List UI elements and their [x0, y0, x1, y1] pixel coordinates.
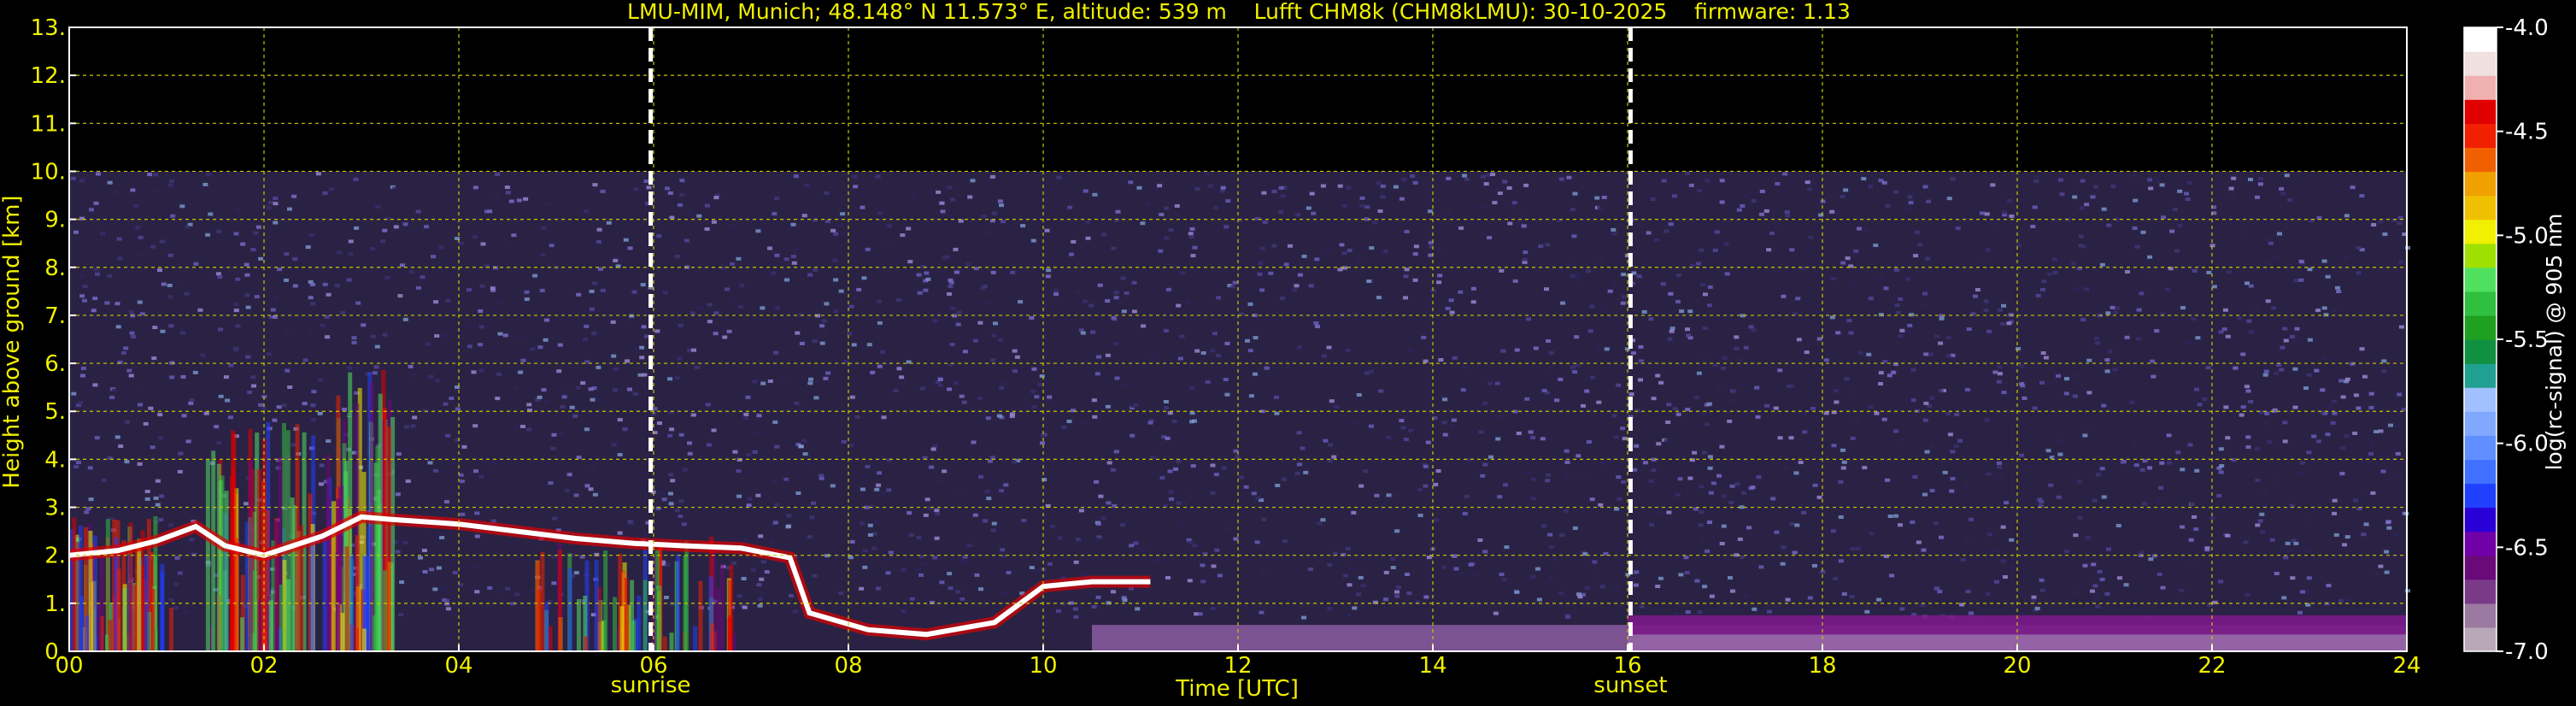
colorbar-segment — [2464, 339, 2497, 364]
y-tick-label: 8. — [44, 256, 66, 281]
ceilometer-chart: sunrise sunset 00 02 04 06 08 10 12 14 16 18 20 22 24… — [0, 0, 2576, 706]
colorbar-tick-label: -6.5 — [2505, 535, 2549, 561]
colorbar-segment — [2464, 627, 2497, 652]
x-tick-label: 08 — [834, 653, 862, 679]
x-tick-label: 22 — [2198, 653, 2226, 679]
colorbar-tick-label: -4.0 — [2505, 15, 2549, 41]
colorbar-segment — [2464, 603, 2497, 628]
x-tick-label: 04 — [444, 653, 472, 679]
y-tick-label: 3. — [44, 496, 66, 521]
colorbar-segment — [2464, 459, 2497, 485]
y-tick-label: 13. — [31, 15, 66, 41]
colorbar-label: log(rc-signal) @ 905 nm — [2542, 214, 2567, 471]
colorbar-segment — [2464, 555, 2497, 580]
colorbar-segment — [2464, 387, 2497, 412]
y-axis-label: Height above ground [km] — [0, 195, 25, 488]
colorbar-segment — [2464, 123, 2497, 148]
colorbar-tick-label: -7.0 — [2505, 639, 2549, 665]
y-tick-label: 2. — [44, 544, 66, 569]
y-tick-label: 11. — [31, 111, 66, 137]
x-tick-label: 12 — [1223, 653, 1252, 679]
x-tick-label: 02 — [249, 653, 278, 679]
colorbar-segment — [2464, 243, 2497, 268]
y-tick-label: 0. — [44, 639, 66, 665]
colorbar-segment — [2464, 315, 2497, 340]
x-tick-label: 18 — [1808, 653, 1836, 679]
colorbar-segment — [2464, 51, 2497, 76]
colorbar-segment — [2464, 579, 2497, 604]
colorbar-segment — [2464, 291, 2497, 316]
colorbar-segment — [2464, 411, 2497, 436]
colorbar-segment — [2464, 363, 2497, 388]
chart-title: LMU-MIM, Munich; 48.148° N 11.573° E, al… — [627, 0, 1851, 24]
colorbar-segment — [2464, 507, 2497, 532]
x-axis-label: Time [UTC] — [1175, 676, 1299, 702]
colorbar-segment — [2464, 75, 2497, 100]
x-tick-label: 20 — [2003, 653, 2031, 679]
y-tick-label: 9. — [44, 208, 66, 233]
y-tick-label: 1. — [44, 591, 66, 617]
y-tick-label: 7. — [44, 303, 66, 329]
y-tick-label: 12. — [31, 63, 66, 89]
colorbar-segment — [2464, 483, 2497, 509]
y-tick-label: 10. — [31, 159, 66, 185]
x-tick-label: 24 — [2392, 653, 2421, 679]
colorbar-segment — [2464, 531, 2497, 556]
x-tick-label: 16 — [1613, 653, 1641, 679]
colorbar-segment — [2464, 267, 2497, 292]
colorbar-tick-label: -4.5 — [2505, 120, 2549, 145]
colorbar-segment — [2464, 147, 2497, 173]
colorbar-segment — [2464, 171, 2497, 197]
colorbar-segment — [2464, 99, 2497, 124]
colorbar-segment — [2464, 195, 2497, 221]
colorbar-segment — [2464, 435, 2497, 460]
x-tick-label: 10 — [1029, 653, 1057, 679]
x-tick-label: 06 — [639, 653, 667, 679]
x-tick-label: 14 — [1418, 653, 1446, 679]
colorbar-segment — [2464, 27, 2497, 52]
y-tick-label: 6. — [44, 351, 66, 377]
y-tick-label: 4. — [44, 447, 66, 473]
colorbar-segment — [2464, 219, 2497, 244]
y-tick-label: 5. — [44, 399, 66, 425]
